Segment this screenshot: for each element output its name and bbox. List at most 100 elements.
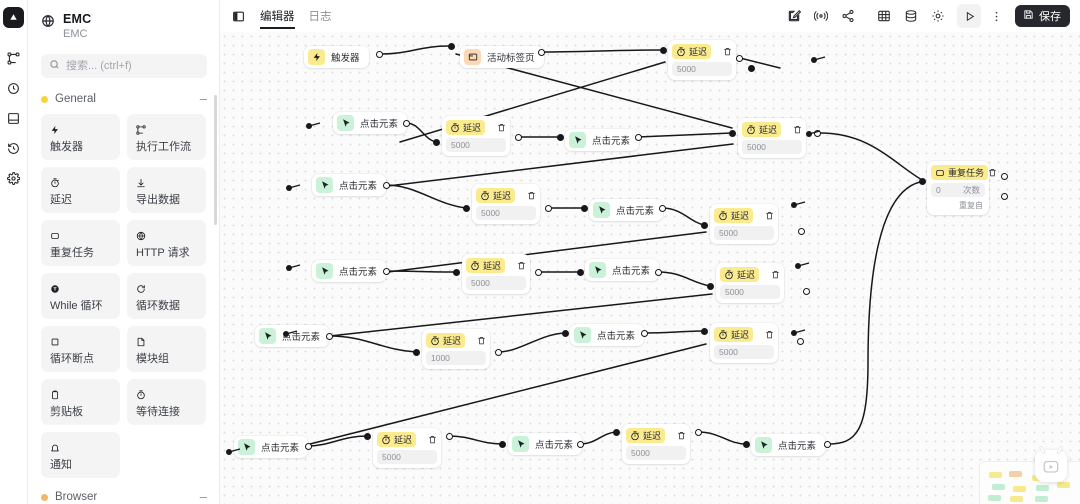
node-delay-n11[interactable]: 延迟 5000 xyxy=(710,204,778,244)
port-in-34[interactable] xyxy=(305,443,312,450)
node-n20[interactable]: 点击元素 xyxy=(234,436,309,458)
node-n12[interactable]: 点击元素 xyxy=(312,260,387,282)
node-n8[interactable]: 点击元素 xyxy=(312,174,387,196)
palette-tile-12[interactable]: 通知 xyxy=(41,432,120,478)
port-in-44[interactable] xyxy=(1001,173,1008,180)
port-in-42[interactable] xyxy=(824,441,831,448)
port-out-23[interactable] xyxy=(577,269,584,276)
port-out-5[interactable] xyxy=(748,65,755,72)
node-n2[interactable]: 活动标签页 xyxy=(460,46,544,68)
node-delay-n13[interactable]: 延迟 5000 xyxy=(462,254,530,294)
delay-value-input[interactable]: 5000 xyxy=(446,138,506,152)
palette-tile-3[interactable]: 导出数据 xyxy=(127,167,206,213)
port-out-18[interactable] xyxy=(701,222,708,229)
node-delay-n3[interactable]: 延迟 5000 xyxy=(668,40,736,80)
share-icon[interactable] xyxy=(836,4,860,28)
port-in-45[interactable] xyxy=(1001,193,1008,200)
port-out-11[interactable] xyxy=(729,130,736,137)
delete-node-icon[interactable] xyxy=(723,47,732,56)
port-out-39[interactable] xyxy=(613,429,620,436)
delete-node-icon[interactable] xyxy=(765,330,774,339)
workflow-canvas[interactable]: 触发器 活动标签页 延迟 5000 点击元素 延迟 5000 点击元素 延迟 5000 点击元素 延迟… xyxy=(220,32,1080,504)
node-delay-n15[interactable]: 延迟 5000 xyxy=(716,263,784,303)
port-in-27[interactable] xyxy=(326,333,333,340)
delete-node-icon[interactable] xyxy=(517,261,526,270)
collapse-browser-icon[interactable]: – xyxy=(200,490,207,503)
palette-tile-11[interactable]: 等待连接 xyxy=(127,379,206,425)
port-in-20[interactable] xyxy=(383,268,390,275)
collapse-general-icon[interactable]: – xyxy=(200,92,207,105)
port-out-14[interactable] xyxy=(463,205,470,212)
palette-tile-1[interactable]: 执行工作流 xyxy=(127,114,206,160)
gear-icon[interactable] xyxy=(926,4,950,28)
rail-history-icon[interactable] xyxy=(2,135,26,161)
delay-value-input[interactable]: 1000 xyxy=(426,351,486,365)
port-in-31[interactable] xyxy=(641,330,648,337)
port-in-8[interactable] xyxy=(515,134,522,141)
run-button[interactable] xyxy=(957,4,981,28)
delete-node-icon[interactable] xyxy=(988,168,997,177)
port-in-10[interactable] xyxy=(635,134,642,141)
delay-value-input[interactable]: 5000 xyxy=(714,345,774,359)
port-in-26[interactable] xyxy=(803,288,810,295)
delete-node-icon[interactable] xyxy=(771,270,780,279)
table-icon[interactable] xyxy=(872,4,896,28)
port-out-3[interactable] xyxy=(660,47,667,54)
delete-node-icon[interactable] xyxy=(677,431,686,440)
delay-value-input[interactable]: 5000 xyxy=(466,276,526,290)
port-out-16[interactable] xyxy=(581,205,588,212)
port-out-7[interactable] xyxy=(433,139,440,146)
panel-toggle-icon[interactable] xyxy=(228,6,248,26)
node-n10[interactable]: 点击元素 xyxy=(589,199,664,221)
node-n24[interactable]: 点击元素 xyxy=(751,434,826,456)
node-n22[interactable]: 点击元素 xyxy=(508,433,583,455)
search-input[interactable] xyxy=(66,60,196,72)
node-delay-n21[interactable]: 延迟 5000 xyxy=(373,428,441,468)
port-in-19[interactable] xyxy=(798,228,805,235)
port-out-28[interactable] xyxy=(413,349,420,356)
palette-tile-7[interactable]: 循环数据 xyxy=(127,273,206,319)
port-out-43[interactable] xyxy=(919,178,926,185)
delay-value-input[interactable]: 5000 xyxy=(377,450,437,464)
rail-clock-icon[interactable] xyxy=(2,75,26,101)
port-out-35[interactable] xyxy=(364,433,371,440)
palette-tile-8[interactable]: 循环断点 xyxy=(41,326,120,372)
port-in-24[interactable] xyxy=(655,269,662,276)
node-n14[interactable]: 点击元素 xyxy=(585,259,660,281)
port-in-6[interactable] xyxy=(403,120,410,127)
group-header-browser[interactable]: Browser – xyxy=(28,489,219,504)
delete-node-icon[interactable] xyxy=(428,435,437,444)
node-repeat-n25[interactable]: 重复任务 0 次数 重复自 xyxy=(927,161,996,215)
tab-logs[interactable]: 日志 xyxy=(309,0,332,32)
play-tv-button[interactable] xyxy=(1035,450,1067,482)
rail-workflow-icon[interactable] xyxy=(2,45,26,71)
port-out-37[interactable] xyxy=(499,441,506,448)
port-in-40[interactable] xyxy=(695,429,702,436)
palette-tile-6[interactable]: While 循环 xyxy=(41,273,120,319)
port-in-2[interactable] xyxy=(538,49,545,56)
delay-value-input[interactable]: 5000 xyxy=(476,206,536,220)
port-in-4[interactable] xyxy=(736,55,743,62)
port-in-22[interactable] xyxy=(535,269,542,276)
delay-value-input[interactable]: 5000 xyxy=(720,285,780,299)
save-button[interactable]: 保存 xyxy=(1015,5,1070,27)
port-out-41[interactable] xyxy=(743,441,750,448)
delete-node-icon[interactable] xyxy=(793,125,802,134)
delay-value-input[interactable]: 5000 xyxy=(672,62,732,76)
app-logo[interactable] xyxy=(3,7,24,28)
node-delay-n17[interactable]: 延迟 1000 xyxy=(422,329,490,369)
palette-scrollbar[interactable] xyxy=(214,95,217,225)
port-in-38[interactable] xyxy=(577,441,584,448)
port-in-29[interactable] xyxy=(495,349,502,356)
group-header-general[interactable]: General – xyxy=(28,91,219,107)
port-out-21[interactable] xyxy=(453,269,460,276)
palette-tile-9[interactable]: 模块组 xyxy=(127,326,206,372)
delete-node-icon[interactable] xyxy=(477,336,486,345)
port-out-32[interactable] xyxy=(701,328,708,335)
edit-note-icon[interactable] xyxy=(782,4,806,28)
database-icon[interactable] xyxy=(899,4,923,28)
node-n6[interactable]: 点击元素 xyxy=(565,129,640,151)
port-out-30[interactable] xyxy=(562,330,569,337)
node-n4[interactable]: 点击元素 xyxy=(333,112,408,134)
node-delay-n9[interactable]: 延迟 5000 xyxy=(472,184,540,224)
